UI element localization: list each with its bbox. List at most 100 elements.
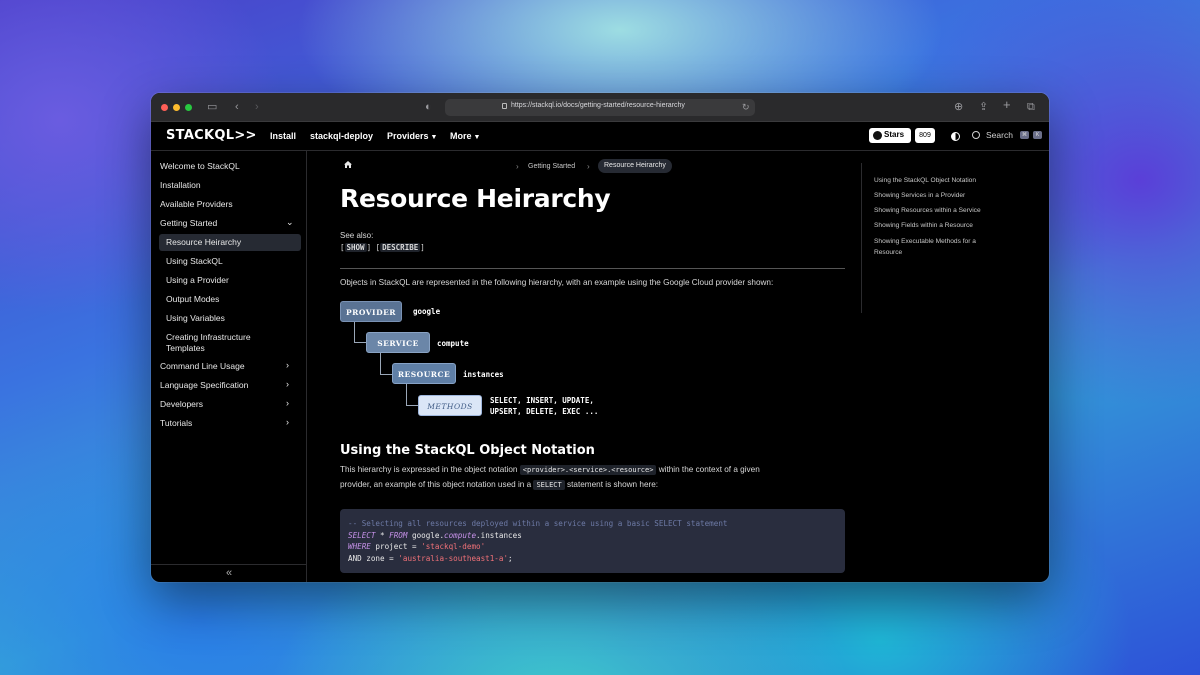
share-icon[interactable]: ⇪ [979, 101, 988, 113]
sidebar-item-using-a-provider[interactable]: Using a Provider [166, 275, 229, 285]
breadcrumb-separator-icon: › [587, 162, 590, 171]
github-stars-button[interactable]: Stars [869, 128, 911, 143]
sidebar-item-command-line-usage[interactable]: Command Line Usage [160, 361, 245, 371]
nav-stackql-deploy-link[interactable]: stackql-deploy [310, 131, 373, 141]
double-chevron-left-icon: « [225, 567, 233, 579]
notation-text-2b: statement is shown here: [567, 480, 659, 489]
hierarchy-connector [354, 321, 366, 343]
sidebar-item-available-providers[interactable]: Available Providers [160, 199, 233, 209]
chevron-right-icon[interactable]: › [286, 379, 289, 389]
hierarchy-methods-box: METHODS [418, 395, 482, 416]
toc-item-object-notation[interactable]: Using the StackQL Object Notation [874, 175, 1004, 186]
code-line-3: WHERE project = 'stackql-demo' [348, 542, 486, 551]
notation-text-1a: This hierarchy is expressed in the objec… [340, 465, 518, 474]
minimize-window-button[interactable] [173, 104, 180, 111]
breadcrumb-getting-started[interactable]: Getting Started [528, 163, 575, 170]
hierarchy-service-box: SERVICE [366, 332, 430, 353]
github-stars-count[interactable]: 809 [915, 128, 935, 143]
see-also-links: [SHOW] [DESCRIBE] [340, 243, 425, 252]
code-comment: -- Selecting all resources deployed with… [348, 519, 728, 528]
sidebar-item-creating-infrastructure-line2[interactable]: Templates [166, 343, 205, 353]
table-of-contents: Using the StackQL Object Notation Showin… [861, 163, 1049, 313]
main-content: › Getting Started › Resource Heirarchy R… [307, 151, 861, 582]
sidebar-item-getting-started[interactable]: Getting Started [160, 218, 217, 228]
hierarchy-provider-box: PROVIDER [340, 301, 402, 322]
toc-item-services[interactable]: Showing Services in a Provider [874, 190, 1004, 201]
stackql-logo[interactable]: STACKQL>> [166, 128, 257, 143]
tabs-overview-icon[interactable]: ⧉ [1027, 101, 1035, 113]
hierarchy-resource-box: RESOURCE [392, 363, 456, 384]
notation-select-code: SELECT [533, 480, 565, 490]
github-icon [873, 131, 882, 140]
shield-icon[interactable]: ◐ [425, 101, 432, 113]
notation-paragraph-line1: This hierarchy is expressed in the objec… [340, 465, 760, 475]
nav-more-label: More [450, 131, 472, 141]
nav-providers-dropdown[interactable]: Providers ▼ [387, 131, 437, 141]
theme-toggle-icon[interactable] [951, 132, 960, 141]
toc-item-resources[interactable]: Showing Resources within a Service [874, 205, 1004, 216]
sidebar-toggle-icon[interactable]: ▭ [207, 101, 217, 113]
hierarchy-resource-value: instances [463, 370, 504, 379]
notation-text-2a: provider, an example of this object nota… [340, 480, 532, 489]
sidebar-item-developers[interactable]: Developers [160, 399, 203, 409]
github-stars-label: Stars [884, 130, 905, 139]
address-bar[interactable]: https://stackql.io/docs/getting-started/… [445, 99, 755, 116]
nav-more-dropdown[interactable]: More ▼ [450, 131, 480, 141]
intro-paragraph: Objects in StackQL are represented in th… [340, 278, 774, 287]
chevron-down-icon: ▼ [473, 134, 481, 141]
reload-icon[interactable]: ↻ [742, 101, 750, 113]
code-line-4: AND zone = 'australia-southeast1-a'; [348, 553, 513, 563]
sidebar-item-using-stackql[interactable]: Using StackQL [166, 256, 223, 266]
lock-icon [502, 103, 507, 109]
hierarchy-provider-value: google [413, 307, 441, 316]
sidebar-item-welcome[interactable]: Welcome to StackQL [160, 161, 240, 171]
toc-item-methods[interactable]: Showing Executable Methods for a Resourc… [874, 236, 1004, 258]
zoom-window-button[interactable] [185, 104, 192, 111]
sidebar-item-language-specification[interactable]: Language Specification [160, 380, 248, 390]
download-icon[interactable]: ⊕ [954, 101, 963, 113]
hierarchy-connector [406, 384, 418, 406]
url-text: https://stackql.io/docs/getting-started/… [511, 102, 685, 109]
divider [340, 268, 845, 269]
forward-icon[interactable]: › [255, 101, 259, 113]
sidebar-item-tutorials[interactable]: Tutorials [160, 418, 192, 428]
chevron-down-icon[interactable]: ⌄ [286, 217, 294, 228]
nav-providers-label: Providers [387, 131, 429, 141]
notation-text-1b: within the context of a given [658, 465, 760, 474]
sidebar-item-creating-infrastructure[interactable]: Creating Infrastructure [166, 332, 251, 342]
code-line-2: SELECT * FROM google.compute.instances [348, 530, 522, 540]
sidebar-item-installation[interactable]: Installation [160, 180, 201, 190]
breadcrumb-separator-icon: › [516, 162, 519, 171]
collapse-sidebar-button[interactable]: « [151, 564, 307, 582]
sidebar-item-output-modes[interactable]: Output Modes [166, 294, 219, 304]
search-icon [972, 131, 980, 139]
site-navbar: STACKQL>> Install stackql-deploy Provide… [151, 122, 1049, 151]
home-icon[interactable] [344, 161, 352, 168]
chevron-down-icon: ▼ [430, 134, 438, 141]
close-window-button[interactable] [161, 104, 168, 111]
nav-install-link[interactable]: Install [270, 131, 296, 141]
section-heading: Using the StackQL Object Notation [340, 443, 595, 458]
see-also-label: See also: [340, 231, 374, 240]
back-icon[interactable]: ‹ [235, 101, 239, 113]
see-also-show-link[interactable]: SHOW [344, 243, 367, 252]
chevron-right-icon[interactable]: › [286, 398, 289, 408]
new-tab-icon[interactable]: + [1003, 98, 1011, 111]
toc-item-fields[interactable]: Showing Fields within a Resource [874, 220, 1004, 231]
kbd-k-key: K [1033, 131, 1042, 139]
browser-window: ▭ ‹ › ◐ https://stackql.io/docs/getting-… [151, 93, 1049, 582]
chevron-right-icon[interactable]: › [286, 417, 289, 427]
breadcrumb-current: Resource Heirarchy [598, 159, 672, 173]
docs-sidebar: Welcome to StackQL Installation Availabl… [151, 151, 307, 582]
browser-toolbar: ▭ ‹ › ◐ https://stackql.io/docs/getting-… [151, 93, 1049, 122]
kbd-cmd-key: ⌘ [1020, 131, 1029, 139]
search-label: Search [986, 130, 1013, 140]
sidebar-item-resource-heirarchy[interactable]: Resource Heirarchy [166, 237, 241, 247]
see-also-describe-link[interactable]: DESCRIBE [380, 243, 421, 252]
page-title: Resource Heirarchy [340, 184, 611, 213]
sidebar-item-using-variables[interactable]: Using Variables [166, 313, 225, 323]
notation-code: <provider>.<service>.<resource> [519, 465, 657, 475]
chevron-right-icon[interactable]: › [286, 360, 289, 370]
code-block[interactable]: -- Selecting all resources deployed with… [340, 509, 845, 573]
hierarchy-connector [380, 353, 392, 375]
